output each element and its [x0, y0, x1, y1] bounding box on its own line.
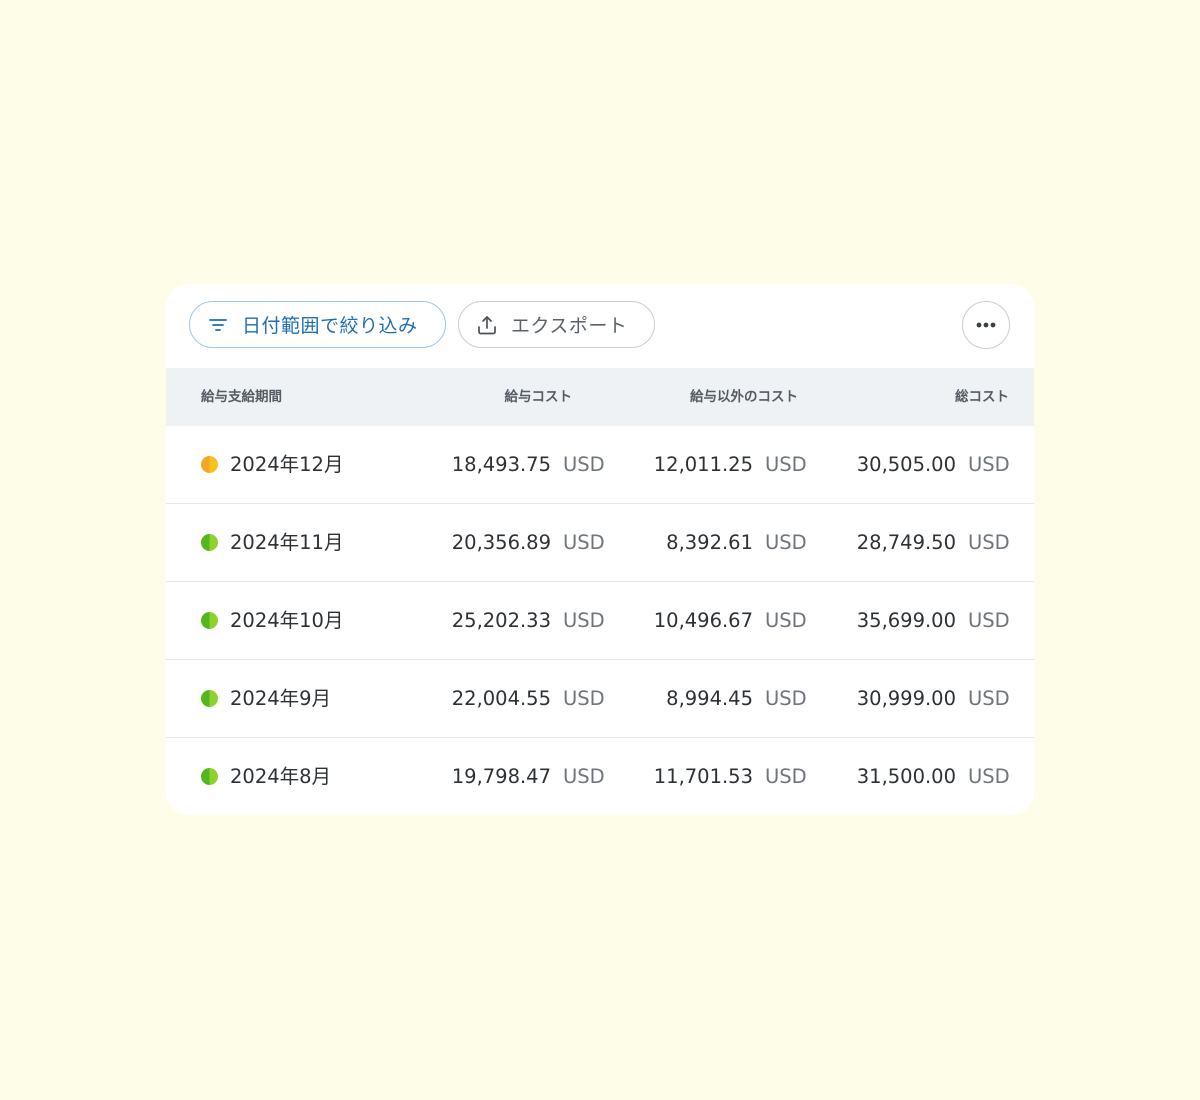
table-row[interactable]: 2024年8月 19,798.47 USD 11,701.53 USD 31,5…: [166, 738, 1034, 815]
upload-icon: [475, 313, 499, 337]
table-header: 給与支給期間 給与コスト 給与以外のコスト 総コスト: [166, 368, 1034, 426]
non-payroll-cost-cell: 12,011.25: [653, 453, 753, 476]
total-cost-cell: 30,999.00: [856, 687, 956, 710]
status-indicator-icon: [201, 690, 218, 707]
export-button[interactable]: エクスポート: [458, 301, 655, 348]
non-payroll-cost-cell: 8,392.61: [666, 531, 753, 554]
column-header-period[interactable]: 給与支給期間: [201, 368, 282, 426]
period-cell: 2024年9月: [230, 687, 332, 710]
payroll-currency: USD: [563, 453, 605, 476]
payroll-cost-cell: 22,004.55: [451, 687, 551, 710]
total-cost-cell: 35,699.00: [856, 609, 956, 632]
total-cost-cell: 28,749.50: [856, 531, 956, 554]
table-row[interactable]: 2024年12月 18,493.75 USD 12,011.25 USD 30,…: [166, 426, 1034, 504]
filter-icon: [206, 313, 230, 337]
total-currency: USD: [968, 609, 1010, 632]
more-horizontal-icon: [975, 321, 997, 329]
payroll-currency: USD: [563, 765, 605, 788]
column-header-non-payroll-cost[interactable]: 給与以外のコスト: [690, 368, 798, 426]
toolbar: 日付範囲で絞り込み エクスポート: [166, 284, 1034, 368]
period-cell: 2024年8月: [230, 765, 332, 788]
payroll-currency: USD: [563, 687, 605, 710]
more-options-button[interactable]: [962, 301, 1010, 349]
non-payroll-currency: USD: [765, 609, 807, 632]
column-header-payroll-cost[interactable]: 給与コスト: [505, 368, 573, 426]
total-currency: USD: [968, 453, 1010, 476]
period-cell: 2024年10月: [230, 609, 344, 632]
non-payroll-cost-cell: 8,994.45: [666, 687, 753, 710]
status-indicator-icon: [201, 534, 218, 551]
status-indicator-icon: [201, 456, 218, 473]
table-row[interactable]: 2024年11月 20,356.89 USD 8,392.61 USD 28,7…: [166, 504, 1034, 582]
period-cell: 2024年11月: [230, 531, 344, 554]
non-payroll-currency: USD: [765, 765, 807, 788]
total-cost-cell: 30,505.00: [856, 453, 956, 476]
date-range-filter-button[interactable]: 日付範囲で絞り込み: [189, 301, 446, 348]
non-payroll-currency: USD: [765, 531, 807, 554]
payroll-cost-cell: 25,202.33: [451, 609, 551, 632]
column-header-total-cost[interactable]: 総コスト: [955, 368, 1009, 426]
status-indicator-icon: [201, 768, 218, 785]
period-cell: 2024年12月: [230, 453, 344, 476]
payroll-cost-card: 日付範囲で絞り込み エクスポート 給与支給期間 給与コスト 給与以外のコスト 総…: [166, 284, 1034, 815]
payroll-cost-cell: 19,798.47: [451, 765, 551, 788]
export-label: エクスポート: [511, 315, 628, 337]
payroll-currency: USD: [563, 609, 605, 632]
status-indicator-icon: [201, 612, 218, 629]
non-payroll-cost-cell: 11,701.53: [653, 765, 753, 788]
non-payroll-cost-cell: 10,496.67: [653, 609, 753, 632]
table-row[interactable]: 2024年9月 22,004.55 USD 8,994.45 USD 30,99…: [166, 660, 1034, 738]
total-currency: USD: [968, 531, 1010, 554]
table-body: 2024年12月 18,493.75 USD 12,011.25 USD 30,…: [166, 426, 1034, 815]
total-currency: USD: [968, 687, 1010, 710]
non-payroll-currency: USD: [765, 453, 807, 476]
payroll-cost-cell: 18,493.75: [451, 453, 551, 476]
payroll-cost-cell: 20,356.89: [451, 531, 551, 554]
total-cost-cell: 31,500.00: [856, 765, 956, 788]
table-row[interactable]: 2024年10月 25,202.33 USD 10,496.67 USD 35,…: [166, 582, 1034, 660]
payroll-currency: USD: [563, 531, 605, 554]
non-payroll-currency: USD: [765, 687, 807, 710]
date-range-filter-label: 日付範囲で絞り込み: [242, 315, 418, 337]
total-currency: USD: [968, 765, 1010, 788]
